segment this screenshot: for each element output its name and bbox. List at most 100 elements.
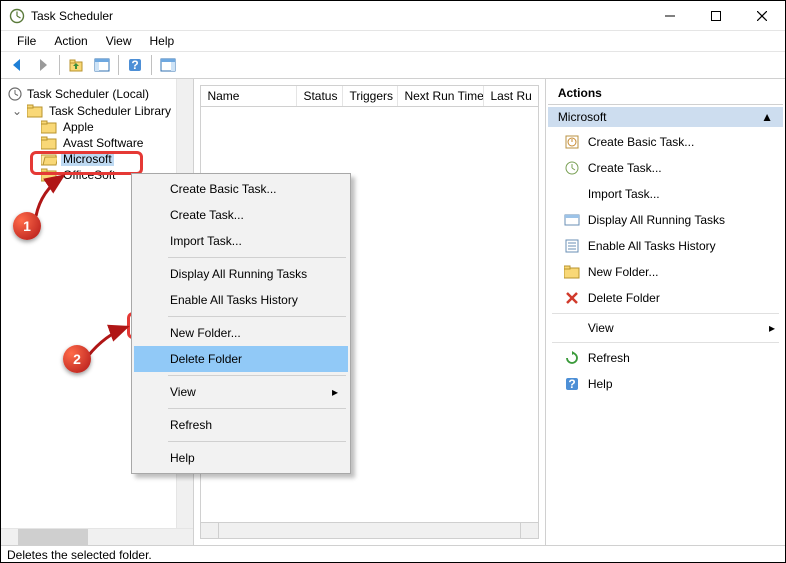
window-title: Task Scheduler — [31, 9, 113, 23]
content: Task Scheduler (Local) ⌄ Task Scheduler … — [1, 79, 785, 545]
col-name[interactable]: Name — [201, 86, 297, 106]
menu-action[interactable]: Action — [46, 32, 95, 50]
callout-arrow-1 — [33, 171, 73, 221]
blank-icon — [564, 186, 580, 202]
action-new-folder[interactable]: New Folder... — [548, 259, 783, 285]
task-icon — [564, 134, 580, 150]
tree-root-node[interactable]: Task Scheduler (Local) — [7, 85, 193, 103]
tree-item-label: Avast Software — [61, 136, 145, 150]
forward-button[interactable] — [31, 53, 55, 77]
callout-1: 1 — [13, 212, 41, 240]
menu-view[interactable]: View — [98, 32, 140, 50]
tree-horizontal-scrollbar[interactable] — [1, 528, 193, 545]
action-delete-folder[interactable]: Delete Folder — [548, 285, 783, 311]
tree-root-label: Task Scheduler (Local) — [27, 87, 149, 101]
ctx-refresh[interactable]: Refresh — [134, 412, 348, 438]
svg-text:?: ? — [131, 58, 138, 72]
actions-group[interactable]: Microsoft ▲ — [548, 107, 783, 127]
action-help[interactable]: ? Help — [548, 371, 783, 397]
action-view[interactable]: View ▸ — [548, 316, 783, 340]
context-menu: Create Basic Task... Create Task... Impo… — [131, 173, 351, 474]
action-label: New Folder... — [588, 265, 659, 279]
collapse-icon[interactable]: ⌄ — [11, 104, 23, 118]
action-label: Create Basic Task... — [588, 135, 695, 149]
col-lastrun[interactable]: Last Ru — [484, 86, 537, 106]
task-icon — [564, 160, 580, 176]
up-button[interactable] — [64, 53, 88, 77]
tree-item-label: Apple — [61, 120, 96, 134]
titlebar: Task Scheduler — [1, 1, 785, 31]
ctx-display-running[interactable]: Display All Running Tasks — [134, 261, 348, 287]
actions-pane: Actions Microsoft ▲ Create Basic Task...… — [546, 79, 785, 545]
submenu-arrow-icon: ▸ — [332, 385, 338, 399]
toolbar: ? — [1, 51, 785, 79]
folder-icon — [41, 120, 57, 134]
action-display-running[interactable]: Display All Running Tasks — [548, 207, 783, 233]
ctx-view[interactable]: View ▸ — [134, 379, 348, 405]
statusbar: Deletes the selected folder. — [1, 545, 785, 563]
menu-file[interactable]: File — [9, 32, 44, 50]
ctx-enable-history[interactable]: Enable All Tasks History — [134, 287, 348, 313]
action-label: Display All Running Tasks — [588, 213, 725, 227]
separator — [168, 441, 346, 442]
separator — [552, 313, 779, 314]
action-import-task[interactable]: Import Task... — [548, 181, 783, 207]
action-refresh[interactable]: Refresh — [548, 345, 783, 371]
help-toolbar-button[interactable]: ? — [123, 53, 147, 77]
ctx-import[interactable]: Import Task... — [134, 228, 348, 254]
tree-item-apple[interactable]: Apple — [41, 119, 193, 135]
tree-library-node[interactable]: ⌄ Task Scheduler Library — [11, 103, 193, 119]
close-button[interactable] — [739, 1, 785, 31]
refresh-icon — [564, 350, 580, 366]
history-icon — [564, 238, 580, 254]
list-header: Name Status Triggers Next Run Time Last … — [200, 85, 538, 107]
col-status[interactable]: Status — [297, 86, 343, 106]
separator — [168, 257, 346, 258]
action-enable-history[interactable]: Enable All Tasks History — [548, 233, 783, 259]
callout-arrow-2 — [85, 323, 135, 363]
ctx-new-folder[interactable]: New Folder... — [134, 320, 348, 346]
app-icon — [9, 8, 25, 24]
separator — [168, 375, 346, 376]
status-text: Deletes the selected folder. — [7, 548, 152, 562]
ctx-create-basic[interactable]: Create Basic Task... — [134, 176, 348, 202]
action-label: Delete Folder — [588, 291, 660, 305]
collapse-arrow-icon: ▲ — [761, 110, 773, 124]
folder-icon — [41, 136, 57, 150]
show-hide-action-button[interactable] — [156, 53, 180, 77]
tree-library-label: Task Scheduler Library — [47, 104, 173, 118]
tree-item-label: Microsoft — [61, 152, 114, 166]
action-label: Enable All Tasks History — [588, 239, 716, 253]
ctx-delete-folder[interactable]: Delete Folder — [134, 346, 348, 372]
action-create-basic-task[interactable]: Create Basic Task... — [548, 129, 783, 155]
actions-header: Actions — [548, 81, 783, 105]
clock-icon — [7, 86, 23, 102]
callout-2: 2 — [63, 345, 91, 373]
separator — [168, 316, 346, 317]
action-label: View — [588, 321, 614, 335]
action-create-task[interactable]: Create Task... — [548, 155, 783, 181]
actions-group-label: Microsoft — [558, 110, 607, 124]
show-hide-tree-button[interactable] — [90, 53, 114, 77]
col-nextrun[interactable]: Next Run Time — [398, 86, 484, 106]
tree-item-microsoft[interactable]: Microsoft — [41, 151, 193, 167]
window-icon — [564, 212, 580, 228]
folder-icon — [27, 104, 43, 118]
tree-item-avast[interactable]: Avast Software — [41, 135, 193, 151]
action-label: Create Task... — [588, 161, 662, 175]
separator — [552, 342, 779, 343]
menu-help[interactable]: Help — [142, 32, 183, 50]
action-label: Help — [588, 377, 613, 391]
minimize-button[interactable] — [647, 1, 693, 31]
maximize-button[interactable] — [693, 1, 739, 31]
list-horizontal-scrollbar[interactable] — [200, 522, 538, 539]
back-button[interactable] — [5, 53, 29, 77]
submenu-arrow-icon: ▸ — [769, 321, 775, 335]
help-icon: ? — [564, 376, 580, 392]
delete-icon — [564, 290, 580, 306]
ctx-help[interactable]: Help — [134, 445, 348, 471]
action-label: Import Task... — [588, 187, 660, 201]
ctx-create-task[interactable]: Create Task... — [134, 202, 348, 228]
folder-open-icon — [41, 152, 57, 166]
col-triggers[interactable]: Triggers — [343, 86, 398, 106]
